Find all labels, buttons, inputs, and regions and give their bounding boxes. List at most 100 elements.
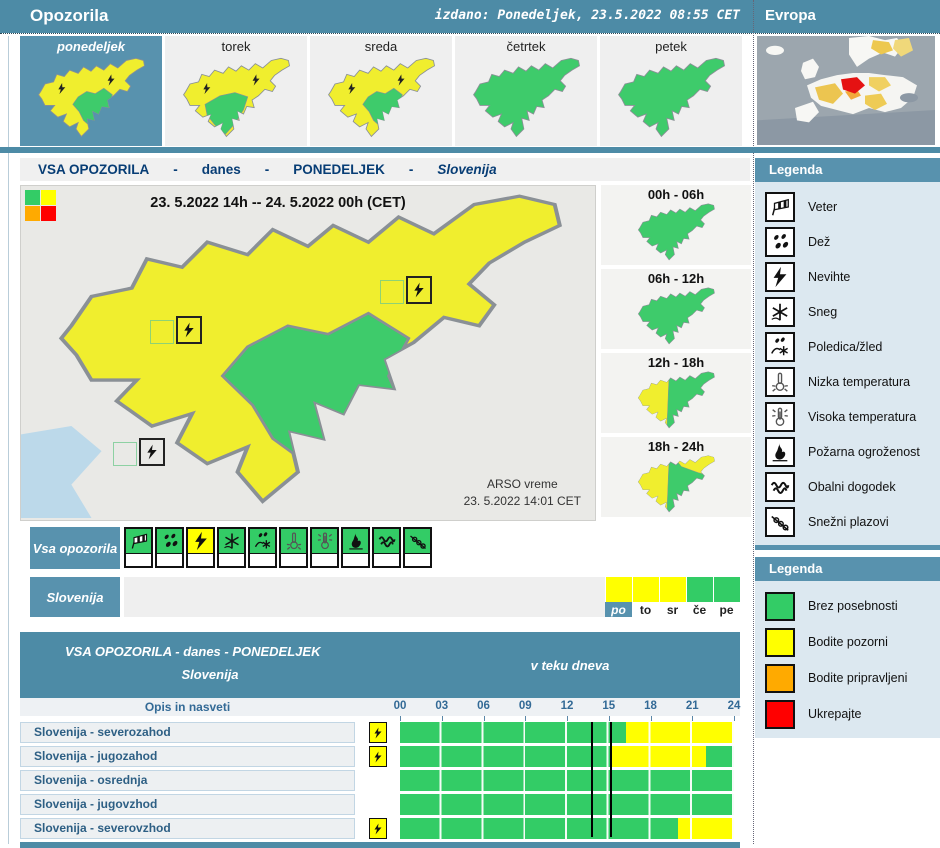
storm-warning-marker: [406, 276, 432, 304]
rain-icon: [765, 227, 795, 257]
storm-warning-marker: [176, 316, 202, 344]
tab-sreda[interactable]: sreda: [310, 36, 452, 146]
timeslot-00-06[interactable]: 00h - 06h: [601, 185, 751, 265]
warning-cell-high-temp[interactable]: [310, 527, 339, 568]
divider: [0, 33, 940, 34]
coastal-icon: [377, 531, 397, 551]
day-cell-po[interactable]: po: [605, 577, 632, 617]
warning-cell-avalanche[interactable]: [403, 527, 432, 568]
level-item-green: Brez posebnosti: [755, 588, 940, 624]
title-sep: -: [173, 162, 178, 177]
level-label: Ukrepajte: [808, 707, 862, 721]
level-item-orange: Bodite pripravljeni: [755, 660, 940, 696]
empty-warning-slot: [113, 442, 137, 466]
legend-item-label: Sneg: [808, 305, 837, 319]
hour-tick-label: 12: [561, 700, 574, 712]
windsock-icon: [129, 531, 149, 551]
warning-cell-fire[interactable]: [341, 527, 370, 568]
region-label: Slovenija - severovzhod: [20, 818, 355, 839]
legend-item-rain: Dež: [755, 224, 940, 259]
hour-tick-label: 21: [686, 700, 699, 712]
legend-item-label: Dež: [808, 235, 830, 249]
title-part: PONEDELJEK: [293, 162, 385, 177]
region-label: Slovenija - jugozahod: [20, 746, 355, 767]
storm-icon: [369, 746, 387, 767]
timeline-gridlines: [400, 770, 734, 791]
europe-warning-map[interactable]: [757, 36, 935, 145]
timeslot-06-12[interactable]: 06h - 12h: [601, 269, 751, 349]
timeslot-label: 00h - 06h: [601, 185, 751, 203]
tab-petek[interactable]: petek: [600, 36, 742, 146]
level-item-red: Ukrepajte: [755, 696, 940, 732]
snow-icon: [765, 297, 795, 327]
region-label: Slovenija - severozahod: [20, 722, 355, 743]
timeslot-label: 12h - 18h: [601, 353, 751, 371]
title-part: danes: [202, 162, 241, 177]
avalanche-icon: [408, 531, 428, 551]
symbols-legend: Legenda Veter Dež Nevihte Sneg Poledica/…: [755, 158, 940, 550]
storm-icon: [765, 262, 795, 292]
levels-legend: Legenda Brez posebnosti Bodite pozorni B…: [755, 557, 940, 738]
day-tabs: ponedeljek torek sreda četrtek petek: [20, 36, 746, 146]
windsock-icon: [765, 192, 795, 222]
legend-item-snow: Sneg: [755, 294, 940, 329]
hour-tick-label: 00: [394, 700, 407, 712]
avalanche-icon: [765, 507, 795, 537]
warning-cell-snow[interactable]: [217, 527, 246, 568]
legend-item-label: Obalni dogodek: [808, 480, 896, 494]
hour-tick-label: 15: [602, 700, 615, 712]
title-sep: -: [265, 162, 270, 177]
all-warnings-label: Vsa opozorila: [30, 527, 120, 569]
legend-item-fire: Požarna ogroženost: [755, 434, 940, 469]
storm-warning-marker: [139, 438, 165, 466]
slovenia-mini-map: [623, 371, 729, 431]
week-day-cells: po to sr če pe: [605, 577, 740, 617]
slovenia-mini-map: [30, 57, 152, 141]
title-region: Slovenija: [437, 162, 496, 177]
level-item-yellow: Bodite pozorni: [755, 624, 940, 660]
red-level-swatch: [765, 700, 795, 729]
fire-icon: [765, 437, 795, 467]
storm-icon: [191, 531, 211, 551]
warning-cell-ice[interactable]: [248, 527, 277, 568]
legend-title: Legenda: [755, 557, 940, 581]
tab-ponedeljek[interactable]: ponedeljek: [20, 36, 162, 146]
page-title: Opozorila: [30, 6, 108, 26]
table-header: VSA OPOZORILA - danes - PONEDELJEK Slove…: [20, 632, 740, 698]
title-sep: -: [409, 162, 414, 177]
timeslot-18-24[interactable]: 18h - 24h: [601, 437, 751, 517]
ice-icon: [253, 531, 273, 551]
warning-cell-low-temp[interactable]: [279, 527, 308, 568]
warning-cell-storm[interactable]: [186, 527, 215, 568]
tab-label: sreda: [310, 36, 452, 56]
timeline-gridlines: [400, 818, 734, 839]
issued-timestamp: izdano: Ponedeljek, 23.5.2022 08:55 CET: [435, 8, 740, 23]
hour-tick-label: 24: [728, 700, 741, 712]
hour-tick-label: 03: [435, 700, 448, 712]
warning-cell-rain[interactable]: [155, 527, 184, 568]
storm-icon: [369, 818, 387, 839]
tab-torek[interactable]: torek: [165, 36, 307, 146]
legend-item-wind: Veter: [755, 189, 940, 224]
tab-cetrtek[interactable]: četrtek: [455, 36, 597, 146]
green-level-swatch: [765, 592, 795, 621]
tab-label: torek: [165, 36, 307, 56]
coastal-icon: [765, 472, 795, 502]
warning-cell-coastal[interactable]: [372, 527, 401, 568]
legend-item-high-temp: Visoka temperatura: [755, 399, 940, 434]
slovenia-mini-map: [465, 57, 587, 141]
hour-tick-label: 09: [519, 700, 532, 712]
timeline-bar: [400, 794, 734, 815]
slovenia-map-image: [21, 192, 595, 518]
timeline-gridlines: [400, 722, 734, 743]
day-cell-ce[interactable]: če: [686, 577, 713, 617]
day-cell-pe[interactable]: pe: [713, 577, 740, 617]
day-cell-to[interactable]: to: [632, 577, 659, 617]
yellow-level-swatch: [765, 628, 795, 657]
day-cell-sr[interactable]: sr: [659, 577, 686, 617]
timeslot-12-18[interactable]: 12h - 18h: [601, 353, 751, 433]
day-cell-label: to: [632, 602, 659, 617]
warning-cell-wind[interactable]: [124, 527, 153, 568]
warning-type-cells: [124, 527, 432, 568]
table-row: Slovenija - jugozahod: [20, 746, 734, 767]
